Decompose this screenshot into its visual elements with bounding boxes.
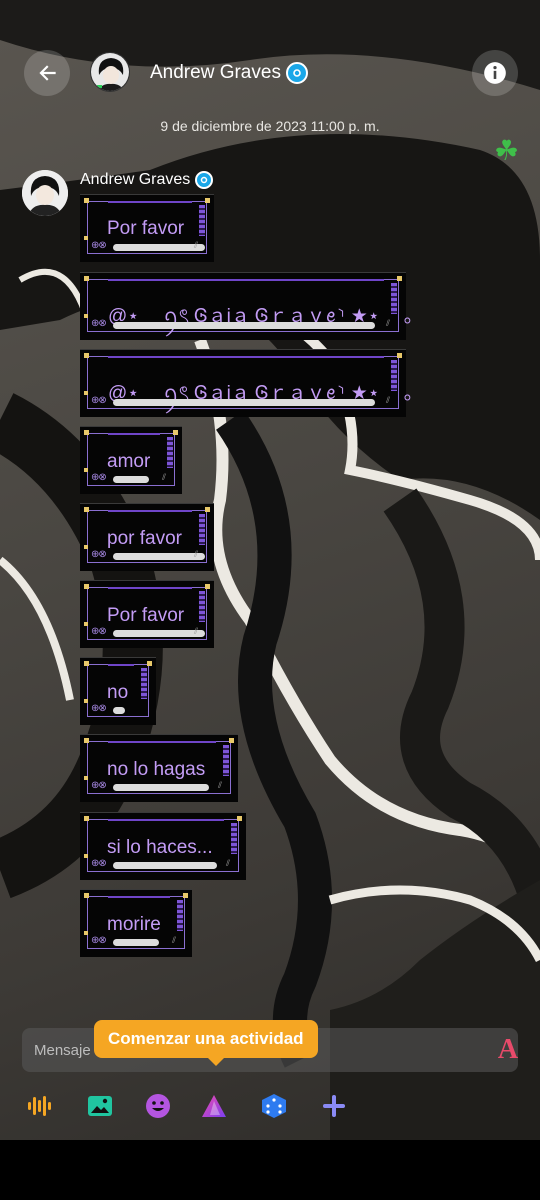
image-icon (88, 1096, 112, 1116)
navigation-bar-area (0, 1140, 540, 1200)
message-bubble[interactable]: Por favor ⊕⊗ ⫽ (80, 194, 214, 262)
message-bubble[interactable]: si lo haces... ⊕⊗ ⫽ (80, 812, 246, 880)
sender-avatar[interactable] (22, 170, 68, 216)
message-text: no (107, 682, 129, 703)
message-text: @⋆ ꪆৎ Ꮆａịａ Ꮆｒａｖꫀ⸃ ★⋆ ｡ (108, 306, 414, 327)
message-bubble[interactable]: @⋆ ꪆৎ Ꮆａịａ Ꮆｒａｖꫀ⸃ ★⋆ ｡ ⊕⊗ ⫽ (80, 272, 413, 340)
message-date: 9 de diciembre de 2023 11:00 p. m. (160, 118, 380, 134)
plus-icon (323, 1095, 345, 1117)
clover-icon[interactable]: ☘ (494, 134, 519, 167)
message-text: morire (107, 914, 161, 935)
message-text: Por favor (107, 218, 185, 239)
image-button[interactable] (86, 1092, 114, 1120)
message-bubble[interactable]: morire ⊕⊗ ⫽ (80, 889, 192, 957)
font-style-button[interactable]: A (492, 1034, 524, 1066)
dice-button[interactable] (260, 1092, 288, 1120)
sender-name-label: Andrew Graves (80, 171, 191, 189)
verified-badge-icon (286, 62, 309, 84)
dice-icon (262, 1094, 286, 1118)
message-bubble[interactable]: amor ⊕⊗ ⫽ (80, 426, 182, 494)
info-button[interactable] (472, 50, 518, 96)
message-text: Por favor (107, 605, 185, 626)
emoji-icon (146, 1094, 170, 1118)
more-button[interactable] (320, 1092, 348, 1120)
message-text: @⋆ ꪆৎ Ꮆａịａ Ꮆｒａｖꫀ⸃ ★⋆ ｡ (108, 383, 414, 404)
contact-name[interactable]: Andrew Graves (150, 62, 309, 84)
arrow-left-icon (39, 65, 56, 81)
message-bubble[interactable]: por favor ⊕⊗ ⫽ (80, 503, 214, 571)
message-text: por favor (107, 528, 182, 549)
voice-icon (28, 1096, 51, 1116)
composer-toolbar (0, 1086, 540, 1126)
activity-button[interactable] (200, 1092, 228, 1120)
verified-badge-icon (194, 171, 213, 189)
font-style-icon: A (497, 1034, 519, 1065)
message-bubble[interactable]: no lo hagas ⊕⊗ ⫽ (80, 734, 238, 802)
info-icon (484, 62, 506, 84)
contact-name-label: Andrew Graves (150, 62, 281, 84)
back-button[interactable] (24, 50, 70, 96)
message-bubble[interactable]: no ⊕⊗ (80, 657, 156, 725)
contact-avatar[interactable] (90, 52, 130, 92)
message-bubble[interactable]: Por favor ⊕⊗ ⫽ (80, 580, 214, 648)
voice-button[interactable] (26, 1092, 54, 1120)
sender-name: Andrew Graves (80, 171, 213, 189)
message-bubble[interactable]: @⋆ ꪆৎ Ꮆａịａ Ꮆｒａｖꫀ⸃ ★⋆ ｡ ⊕⊗ ⫽ (80, 349, 413, 417)
message-text: no lo hagas (107, 759, 206, 780)
message-text: si lo haces... (107, 837, 213, 858)
message-text: amor (107, 451, 151, 472)
emoji-button[interactable] (144, 1092, 172, 1120)
activity-icon (202, 1095, 226, 1117)
start-activity-tooltip[interactable]: Comenzar una actividad (94, 1020, 318, 1066)
chat-header: Andrew Graves (0, 40, 540, 104)
